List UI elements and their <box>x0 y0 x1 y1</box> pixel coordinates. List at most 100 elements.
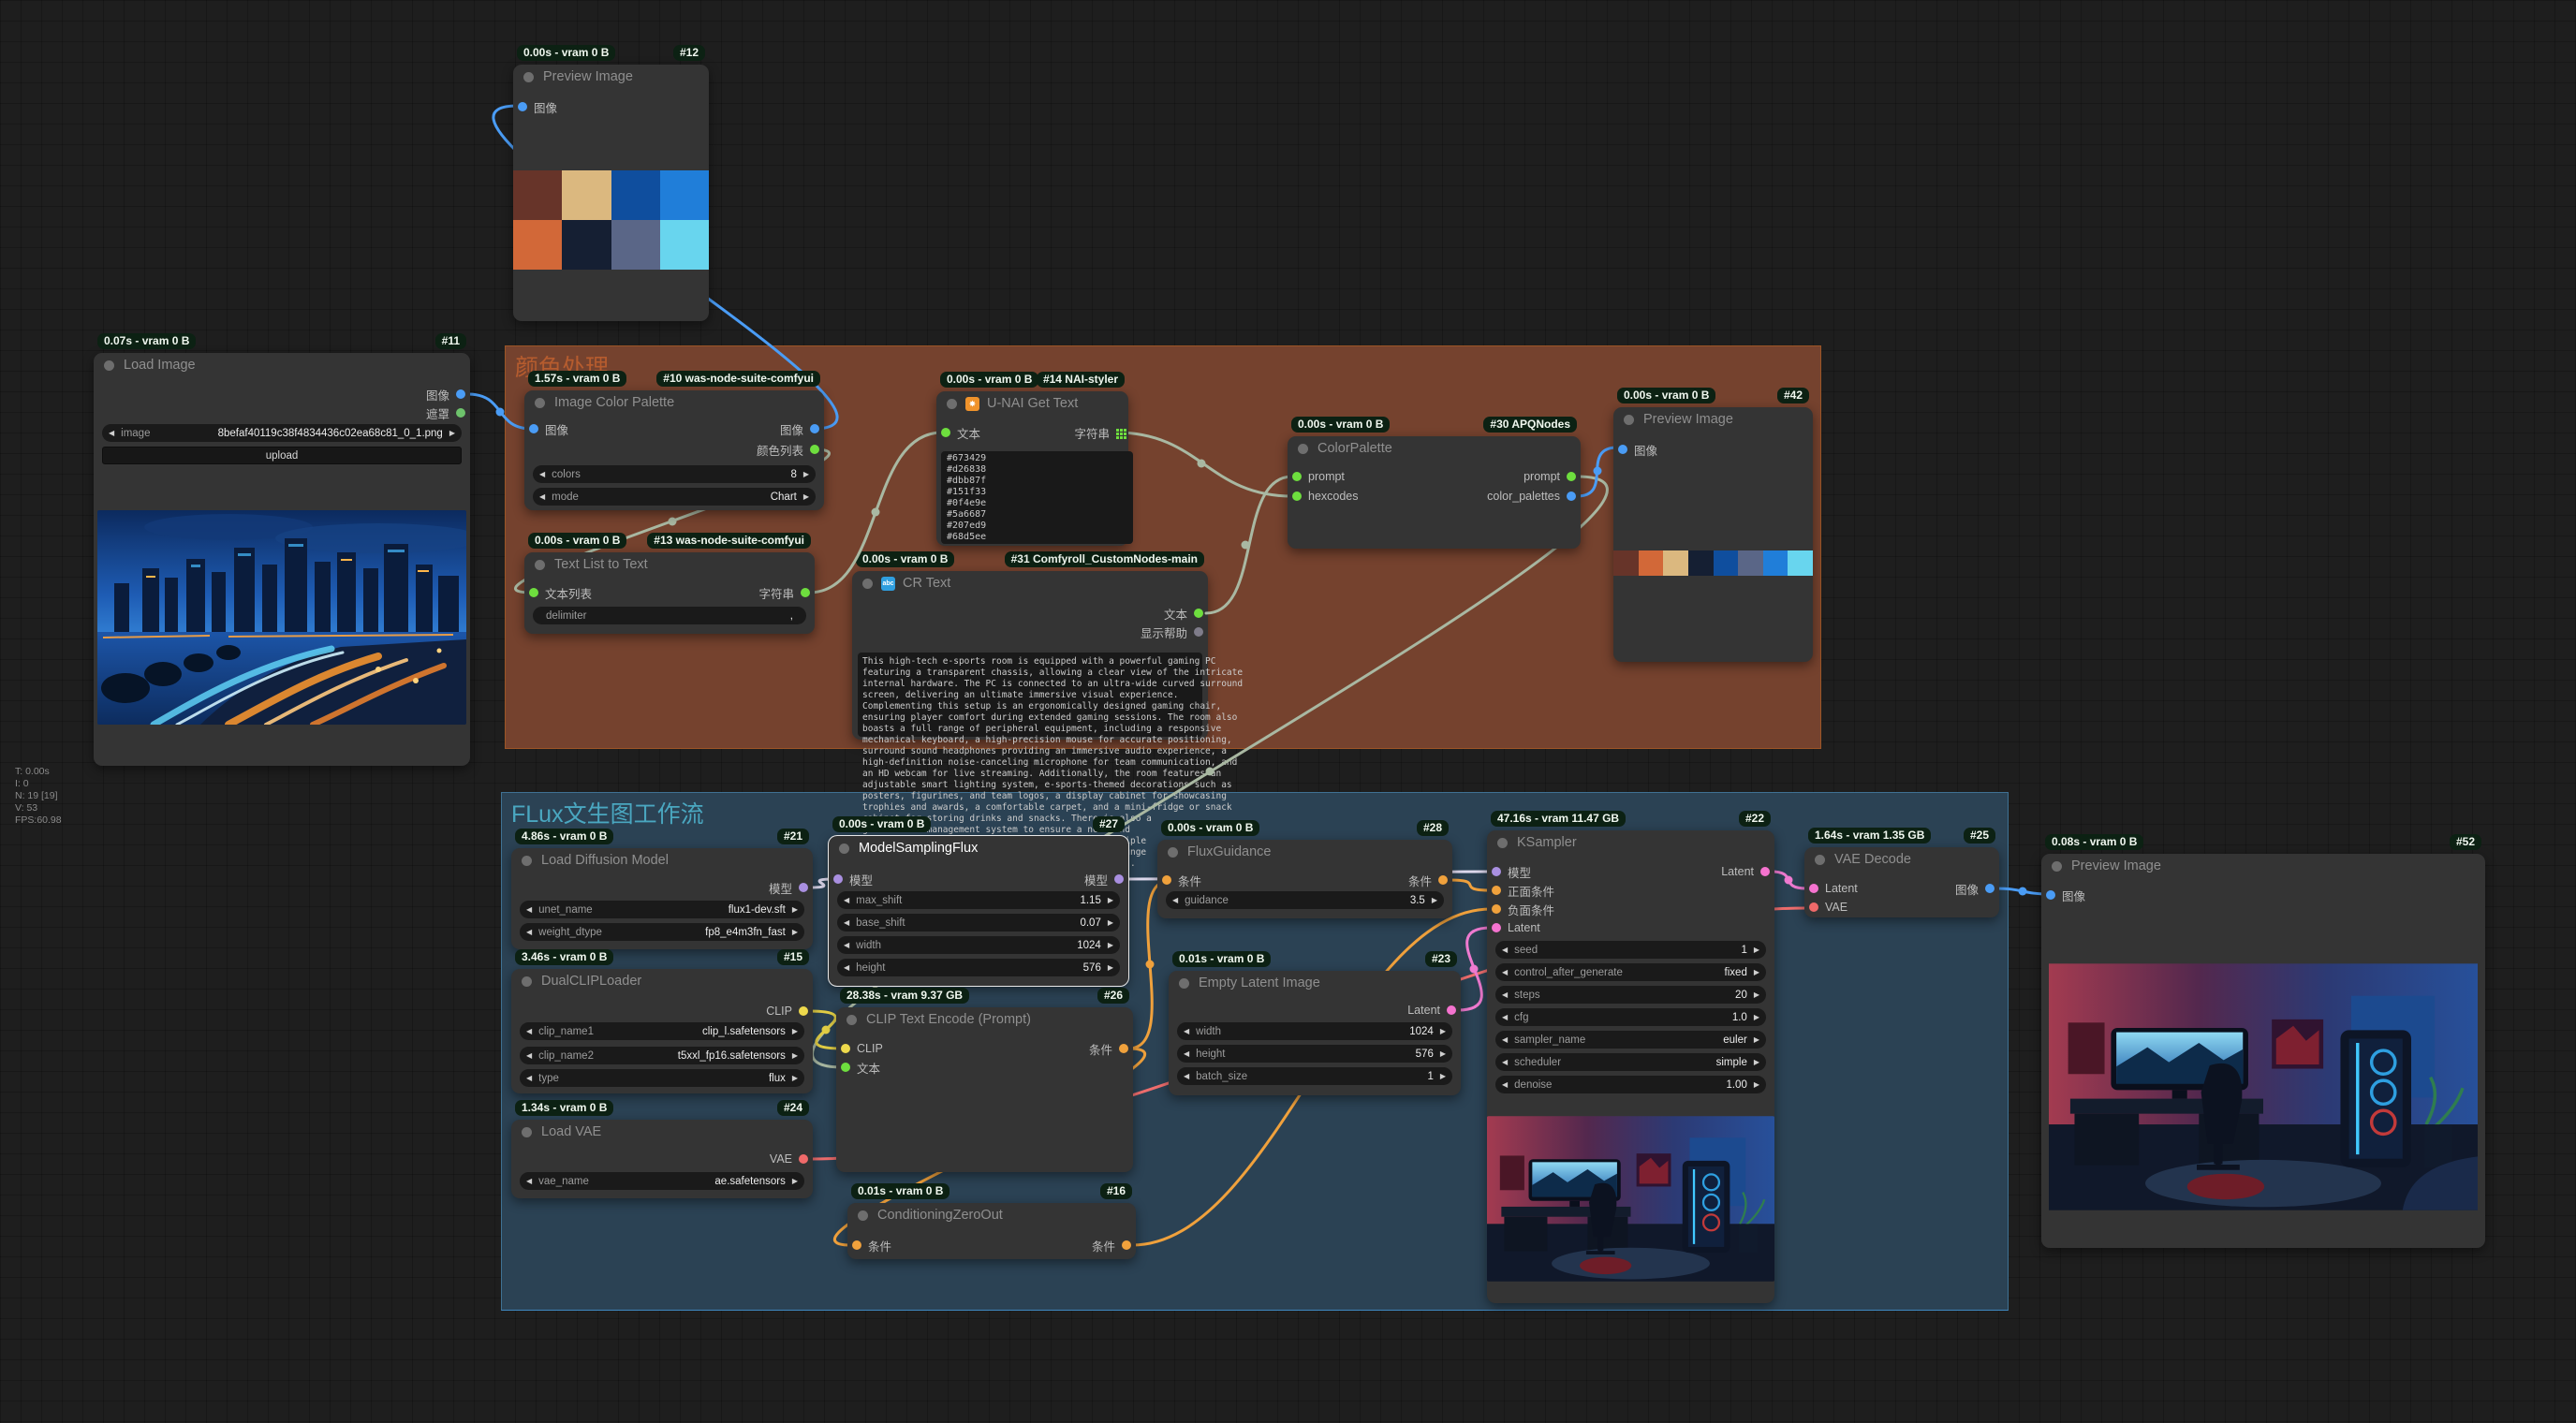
output-latent[interactable]: Latent <box>1407 1004 1456 1017</box>
output-conditioning[interactable]: 条件 <box>1089 1042 1128 1057</box>
output-prompt[interactable]: prompt <box>1524 470 1576 483</box>
combo-right-arrow-icon[interactable]: ▶ <box>1108 918 1113 927</box>
node-colorpalette[interactable]: 0.00s - vram 0 B #30 APQNodes ColorPalet… <box>1288 417 1581 549</box>
node-load-image[interactable]: 0.07s - vram 0 B #11 Load Image 图像 遮罩 ◀ … <box>94 333 470 766</box>
vae-name-widget[interactable]: ◀ vae_name ae.safetensors ▶ <box>520 1172 804 1190</box>
combo-right-arrow-icon[interactable]: ▶ <box>1754 968 1759 976</box>
combo-left-arrow-icon[interactable]: ◀ <box>844 896 849 904</box>
node-canvas[interactable]: 颜色处理 FLux文生图工作流 0.00s - vram 0 B #31 Com… <box>0 0 2576 1423</box>
input-positive-conditioning[interactable]: 正面条件 <box>1492 884 1554 899</box>
mode-widget[interactable]: ◀ mode Chart ▶ <box>533 488 816 506</box>
input-model[interactable]: 模型 <box>833 873 873 888</box>
batch-size-widget[interactable]: ◀ batch_size 1 ▶ <box>1177 1067 1452 1085</box>
node-preview-image-12[interactable]: 0.00s - vram 0 B #12 Preview Image 图像 <box>513 45 709 321</box>
width-widget[interactable]: ◀ width 1024 ▶ <box>1177 1022 1452 1040</box>
input-model[interactable]: 模型 <box>1492 865 1531 880</box>
output-text[interactable]: 文本 <box>1164 607 1203 622</box>
output-image[interactable]: 图像 <box>426 388 465 403</box>
node-empty-latent-image[interactable]: 0.01s - vram 0 B #23 Empty Latent Image … <box>1169 951 1461 1095</box>
input-image[interactable]: 图像 <box>529 422 568 437</box>
combo-right-arrow-icon[interactable]: ▶ <box>1432 896 1437 904</box>
combo-left-arrow-icon[interactable]: ◀ <box>526 1027 532 1035</box>
combo-left-arrow-icon[interactable]: ◀ <box>844 941 849 949</box>
input-prompt[interactable]: prompt <box>1292 470 1345 483</box>
combo-left-arrow-icon[interactable]: ◀ <box>526 1177 532 1185</box>
input-vae[interactable]: VAE <box>1809 901 1847 914</box>
output-image[interactable]: 图像 <box>780 422 819 437</box>
input-latent[interactable]: Latent <box>1809 882 1858 895</box>
combo-left-arrow-icon[interactable]: ◀ <box>526 905 532 914</box>
node-preview-image-42[interactable]: 0.00s - vram 0 B #42 Preview Image 图像 <box>1613 388 1813 662</box>
input-conditioning[interactable]: 条件 <box>852 1239 891 1254</box>
combo-left-arrow-icon[interactable]: ◀ <box>1184 1072 1189 1080</box>
combo-right-arrow-icon[interactable]: ▶ <box>1108 941 1113 949</box>
node-image-color-palette[interactable]: 1.57s - vram 0 B #10 was-node-suite-comf… <box>524 371 824 510</box>
height-widget[interactable]: ◀ height 576 ▶ <box>837 959 1120 976</box>
node-dualcliploader[interactable]: 3.46s - vram 0 B #15 DualCLIPLoader CLIP… <box>511 949 813 1093</box>
combo-right-arrow-icon[interactable]: ▶ <box>1108 896 1113 904</box>
node-clip-text-encode[interactable]: 28.38s - vram 9.37 GB #26 CLIP Text Enco… <box>836 988 1133 1172</box>
combo-right-arrow-icon[interactable]: ▶ <box>1754 1013 1759 1021</box>
combo-left-arrow-icon[interactable]: ◀ <box>1184 1027 1189 1035</box>
combo-left-arrow-icon[interactable]: ◀ <box>539 492 545 501</box>
combo-left-arrow-icon[interactable]: ◀ <box>1502 968 1508 976</box>
image-combo-widget[interactable]: ◀ image 8befaf40119c38f4834436c02ea68c81… <box>102 424 462 442</box>
combo-right-arrow-icon[interactable]: ▶ <box>792 928 798 936</box>
combo-right-arrow-icon[interactable]: ▶ <box>1108 963 1113 972</box>
combo-right-arrow-icon[interactable]: ▶ <box>1754 1058 1759 1066</box>
output-model[interactable]: 模型 <box>1084 873 1124 888</box>
output-string[interactable]: 字符串 <box>758 586 810 601</box>
combo-left-arrow-icon[interactable]: ◀ <box>1184 1049 1189 1058</box>
output-color-palettes[interactable]: color_palettes <box>1487 490 1576 503</box>
output-show-help[interactable]: 显示帮助 <box>1141 625 1203 640</box>
node-unai-get-text[interactable]: 0.00s - vram 0 B #14 NAI-styler ✸ U-NAI … <box>936 372 1133 546</box>
steps-widget[interactable]: ◀ steps 20 ▶ <box>1495 986 1766 1004</box>
width-widget[interactable]: ◀ width 1024 ▶ <box>837 936 1120 954</box>
input-image[interactable]: 图像 <box>1618 443 1657 458</box>
input-hexcodes[interactable]: hexcodes <box>1292 490 1359 503</box>
max-shift-widget[interactable]: ◀ max_shift 1.15 ▶ <box>837 891 1120 909</box>
combo-left-arrow-icon[interactable]: ◀ <box>1502 1058 1508 1066</box>
output-conditioning[interactable]: 条件 <box>1408 873 1448 888</box>
combo-right-arrow-icon[interactable]: ▶ <box>792 905 798 914</box>
input-text[interactable]: 文本 <box>841 1061 880 1076</box>
clip-name1-widget[interactable]: ◀ clip_name1 clip_l.safetensors ▶ <box>520 1022 804 1040</box>
output-image[interactable]: 图像 <box>1955 882 1995 897</box>
input-image[interactable]: 图像 <box>518 100 557 115</box>
input-latent[interactable]: Latent <box>1492 921 1540 934</box>
unet-name-widget[interactable]: ◀ unet_name flux1-dev.sft ▶ <box>520 901 804 918</box>
combo-left-arrow-icon[interactable]: ◀ <box>526 1074 532 1082</box>
combo-right-arrow-icon[interactable]: ▶ <box>792 1051 798 1060</box>
combo-right-arrow-icon[interactable]: ▶ <box>792 1074 798 1082</box>
output-string-list[interactable]: 字符串 <box>1074 426 1124 441</box>
upload-button[interactable]: upload <box>102 447 462 464</box>
combo-right-arrow-icon[interactable]: ▶ <box>1440 1072 1446 1080</box>
combo-right-arrow-icon[interactable]: ▶ <box>803 492 809 501</box>
combo-left-arrow-icon[interactable]: ◀ <box>1502 1080 1508 1089</box>
base-shift-widget[interactable]: ◀ base_shift 0.07 ▶ <box>837 914 1120 932</box>
output-model[interactable]: 模型 <box>769 881 808 896</box>
combo-left-arrow-icon[interactable]: ◀ <box>1502 1013 1508 1021</box>
type-widget[interactable]: ◀ type flux ▶ <box>520 1069 804 1087</box>
combo-left-arrow-icon[interactable]: ◀ <box>1502 990 1508 999</box>
control-after-generate-widget[interactable]: ◀ control_after_generate fixed ▶ <box>1495 963 1766 981</box>
output-latent[interactable]: Latent <box>1721 865 1770 878</box>
node-vae-decode[interactable]: 1.64s - vram 1.35 GB #25 VAE Decode Late… <box>1804 828 1999 917</box>
hexcodes-textarea[interactable]: #673429 #d26838 #dbb87f #151f33 #0f4e9e … <box>941 451 1133 544</box>
denoise-widget[interactable]: ◀ denoise 1.00 ▶ <box>1495 1076 1766 1093</box>
output-conditioning[interactable]: 条件 <box>1092 1239 1131 1254</box>
height-widget[interactable]: ◀ height 576 ▶ <box>1177 1045 1452 1063</box>
node-modelsamplingflux[interactable]: 0.00s - vram 0 B #27 ModelSamplingFlux 模… <box>828 816 1129 987</box>
colors-widget[interactable]: ◀ colors 8 ▶ <box>533 465 816 483</box>
output-clip[interactable]: CLIP <box>766 1005 808 1018</box>
delimiter-widget[interactable]: delimiter , <box>533 607 806 624</box>
guidance-widget[interactable]: ◀ guidance 3.5 ▶ <box>1166 891 1444 909</box>
node-ksampler[interactable]: 47.16s - vram 11.47 GB #22 KSampler 模型 正… <box>1487 811 1774 1303</box>
cfg-widget[interactable]: ◀ cfg 1.0 ▶ <box>1495 1008 1766 1026</box>
seed-widget[interactable]: ◀ seed 1 ▶ <box>1495 941 1766 959</box>
combo-left-arrow-icon[interactable]: ◀ <box>526 1051 532 1060</box>
node-text-list-to-text[interactable]: 0.00s - vram 0 B #13 was-node-suite-comf… <box>524 533 815 634</box>
combo-left-arrow-icon[interactable]: ◀ <box>1502 1035 1508 1044</box>
combo-right-arrow-icon[interactable]: ▶ <box>1754 1080 1759 1089</box>
combo-left-arrow-icon[interactable]: ◀ <box>526 928 532 936</box>
